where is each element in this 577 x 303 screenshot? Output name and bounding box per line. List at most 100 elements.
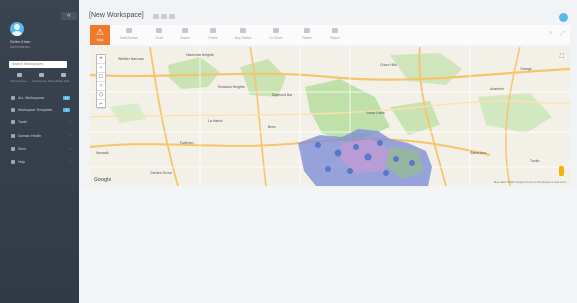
map-view[interactable]: Whittier Narrows Hacienda Heights Chino … [90, 47, 570, 186]
square-icon[interactable]: □ [97, 73, 105, 82]
workspace-toolbar: ⚠ Map Data Browse Chart Search Profile M… [90, 25, 570, 45]
header-avatar[interactable] [559, 13, 568, 22]
google-logo: Google [94, 177, 112, 183]
workspace-empty-area [79, 188, 577, 303]
folder-icon [11, 96, 15, 100]
map-marker [334, 149, 342, 157]
pattern-icon [304, 28, 310, 33]
map-marker [409, 160, 415, 166]
sidebar-item-trade[interactable]: Trade › [0, 118, 79, 126]
place-label: Brea [268, 125, 276, 129]
tab-chart[interactable]: Chart [147, 25, 171, 45]
tab-go-share[interactable]: Go Share [264, 25, 288, 45]
user-profile[interactable]: Selim Khan Administrator [10, 22, 70, 49]
chevron-right-icon: › [70, 159, 72, 164]
tab-search[interactable]: Search [173, 25, 197, 45]
street-view-pegman-icon[interactable] [559, 166, 564, 176]
store-icon [11, 147, 15, 151]
place-label: Chino Hills [380, 63, 397, 67]
map-marker [393, 156, 399, 162]
tab-report[interactable]: Report [323, 25, 347, 45]
map-zoom-controls: + − □ ○ ◇ ⌐ [96, 54, 106, 109]
ruler-icon[interactable]: ⌐ [97, 100, 105, 109]
expand-icon[interactable]: ⤢ [560, 31, 565, 38]
user-role: Administrator [10, 45, 31, 49]
quick-workspaces[interactable]: Workspaces [10, 73, 28, 83]
edit-icon[interactable] [153, 14, 159, 19]
map-marker [325, 166, 331, 172]
trade-icon [11, 120, 15, 124]
chart-icon [156, 28, 162, 33]
park-area [110, 103, 146, 123]
settings-icon[interactable] [169, 14, 175, 19]
circle-icon[interactable]: ○ [97, 82, 105, 91]
map-marker [364, 153, 372, 161]
sidebar-item-workspace-templates[interactable]: Workspace Templates 3 [0, 106, 79, 114]
count-badge: 14 [63, 96, 70, 100]
template-icon [11, 108, 15, 112]
map-marker [347, 168, 353, 174]
sidebar-item-help[interactable]: Help › [0, 158, 79, 166]
place-label: Fullerton [180, 141, 194, 145]
map-attribution[interactable]: Map data ©2021 Google Terms of Use Repor… [494, 180, 566, 184]
report-icon [332, 28, 338, 33]
count-badge: 3 [63, 108, 70, 112]
workspace-header: [New Workspace] [79, 8, 577, 22]
copy-icon[interactable] [161, 14, 167, 19]
place-label: Diamond Bar [272, 93, 293, 97]
zoom-in-button[interactable]: + [97, 55, 105, 64]
place-label: Garden Grove [150, 171, 173, 175]
profile-icon [210, 28, 216, 33]
health-icon [11, 134, 15, 138]
park-area [168, 57, 220, 89]
share-icon [273, 28, 279, 33]
sketch-icon [240, 28, 246, 33]
workspace-search-input[interactable]: Search Workspaces [9, 61, 67, 68]
chevron-right-icon: › [70, 146, 72, 151]
avatar[interactable] [10, 22, 24, 36]
quick-workspace-shares[interactable]: Workspace Shares [32, 73, 57, 83]
search-icon [182, 28, 188, 33]
quick-data-hub[interactable]: Data Hub [54, 73, 72, 83]
map-canvas[interactable] [90, 47, 570, 186]
sidebar-item-domain-health[interactable]: Domain Health › [0, 132, 79, 140]
map-marker [315, 142, 321, 148]
app-window: « Selim Khan Administrator Search Worksp… [0, 0, 577, 303]
freeway [90, 67, 570, 81]
map-marker [377, 140, 383, 146]
place-label: Yorba Linda [366, 111, 385, 115]
chevron-right-icon: › [70, 133, 72, 138]
chevron-right-icon: › [70, 119, 72, 124]
sidebar-quick-icons: Workspaces Workspace Shares Data Hub [10, 73, 74, 87]
place-label: Orange [520, 67, 532, 71]
tab-map-sketch[interactable]: Map Sketch [231, 25, 255, 45]
place-label: Santa Ana [470, 151, 487, 155]
share-icon [38, 73, 44, 77]
tab-profile[interactable]: Profile [201, 25, 225, 45]
park-area [240, 59, 286, 97]
sidebar-item-store[interactable]: Store › [0, 145, 79, 153]
polygon-icon[interactable]: ◇ [97, 91, 105, 100]
database-icon [126, 28, 132, 33]
tab-data-browse[interactable]: Data Browse [117, 25, 141, 45]
help-icon [11, 160, 15, 164]
place-label: Hacienda Heights [186, 53, 214, 57]
tab-map[interactable]: ⚠ Map [90, 25, 110, 45]
place-label: Rowland Heights [218, 85, 245, 89]
map-marker [353, 144, 359, 150]
warning-icon: ⚠ [96, 27, 105, 37]
page-title[interactable]: [New Workspace] [89, 12, 144, 19]
chevron-up-icon[interactable]: ˄ [549, 31, 553, 37]
fullscreen-icon[interactable]: ⛶ [560, 54, 564, 61]
sidebar: « Selim Khan Administrator Search Worksp… [0, 0, 79, 303]
map-marker [383, 170, 389, 176]
place-label: La Habra [208, 119, 223, 123]
sidebar-collapse-button[interactable]: « [61, 12, 77, 20]
sidebar-item-all-workspaces[interactable]: ALL Workspaces 14 [0, 94, 79, 102]
zoom-out-button[interactable]: − [97, 64, 105, 73]
place-label: Tustin [530, 159, 540, 163]
tab-pattern[interactable]: Pattern [295, 25, 319, 45]
freeway [90, 138, 491, 156]
user-name: Selim Khan [10, 39, 31, 44]
grid-icon [16, 73, 22, 77]
